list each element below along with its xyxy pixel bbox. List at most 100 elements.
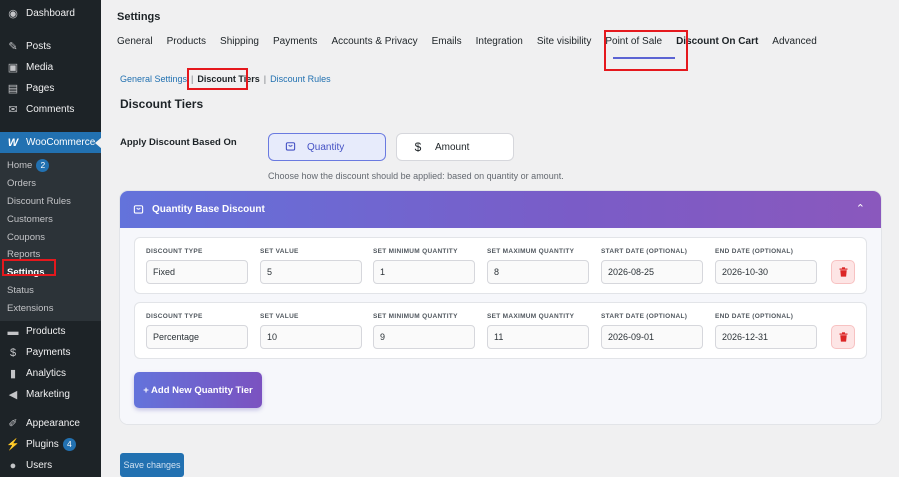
sidebar-item-dashboard[interactable]: ◉ Dashboard	[0, 3, 101, 24]
sidebar-item-products[interactable]: ▬ Products	[0, 321, 101, 342]
save-changes-button[interactable]: Save changes	[120, 453, 184, 477]
max-quantity-field: SET MAXIMUM QUANTITY 11	[487, 313, 589, 349]
trash-icon	[839, 332, 847, 342]
sidebar-item-label: Posts	[26, 41, 52, 52]
sidebar-item-appearance[interactable]: ✐ Appearance	[0, 413, 101, 434]
field-label: SET VALUE	[260, 248, 299, 255]
sidebar-item-label: Appearance	[26, 418, 80, 430]
main-content: Settings General Products Shipping Payme…	[101, 0, 899, 477]
discount-type-select[interactable]: Percentage	[146, 325, 248, 349]
field-label: SET MINIMUM QUANTITY	[373, 313, 458, 320]
discount-type-select[interactable]: Fixed	[146, 260, 248, 284]
highlight-box-settings	[2, 259, 56, 276]
sidebar-item-label: Media	[26, 62, 54, 73]
end-date-input[interactable]: 2026-12-31	[715, 325, 817, 349]
sidebar-item-analytics[interactable]: ▮ Analytics	[0, 363, 101, 384]
tab-accounts-privacy[interactable]: Accounts & Privacy	[331, 36, 417, 57]
start-date-input[interactable]: 2026-09-01	[601, 325, 703, 349]
pin-icon: ✎	[8, 41, 18, 53]
tab-site-visibility[interactable]: Site visibility	[537, 36, 591, 57]
quantity-option-button[interactable]: Quantity	[268, 133, 386, 161]
max-quantity-field: SET MAXIMUM QUANTITY 8	[487, 248, 589, 284]
submenu-label: Home	[7, 160, 33, 172]
sidebar-item-users[interactable]: ● Users	[0, 455, 101, 476]
submenu-item-orders[interactable]: Orders	[0, 175, 101, 193]
sidebar-item-pages[interactable]: ▤ Pages	[0, 78, 101, 99]
quantity-option-label: Quantity	[307, 141, 345, 153]
set-value-input[interactable]: 10	[260, 325, 362, 349]
dashboard-icon: ◉	[8, 8, 18, 20]
min-quantity-field: SET MINIMUM QUANTITY 9	[373, 313, 475, 349]
end-date-field: END DATE (OPTIONAL) 2026-12-31	[715, 313, 817, 349]
submenu-item-status[interactable]: Status	[0, 282, 101, 300]
tab-general[interactable]: General	[117, 36, 153, 57]
tab-products[interactable]: Products	[167, 36, 206, 57]
submenu-item-coupons[interactable]: Coupons	[0, 228, 101, 246]
amount-option-button[interactable]: $ Amount	[396, 133, 514, 161]
sidebar-item-plugins[interactable]: ⚡ Plugins 4	[0, 434, 101, 455]
comments-icon: ✉	[8, 104, 18, 116]
delete-tier-button[interactable]	[831, 325, 855, 349]
discount-type-field: DISCOUNT TYPE Percentage	[146, 313, 248, 349]
media-icon: ▣	[7, 62, 19, 74]
sidebar-item-media[interactable]: ▣ Media	[0, 57, 101, 78]
field-label: END DATE (OPTIONAL)	[715, 248, 794, 255]
add-quantity-tier-button[interactable]: + Add New Quantity Tier	[134, 372, 262, 408]
submenu-item-home[interactable]: Home 2	[0, 157, 101, 175]
sidebar-item-marketing[interactable]: ◀ Marketing	[0, 384, 101, 405]
pages-icon: ▤	[7, 83, 19, 95]
sidebar-item-label: Dashboard	[26, 8, 75, 19]
field-label: SET MINIMUM QUANTITY	[373, 248, 458, 255]
section-title: Discount Tiers	[120, 97, 204, 111]
tier-row: DISCOUNT TYPE Percentage SET VALUE 10 SET …	[134, 302, 867, 359]
max-quantity-input[interactable]: 11	[487, 325, 589, 349]
tab-discount-on-cart[interactable]: Discount On Cart	[676, 36, 758, 57]
field-label: SET MAXIMUM QUANTITY	[487, 248, 575, 255]
tab-payments[interactable]: Payments	[273, 36, 317, 57]
delete-tier-button[interactable]	[831, 260, 855, 284]
submenu-item-customers[interactable]: Customers	[0, 210, 101, 228]
field-label: SET MAXIMUM QUANTITY	[487, 313, 575, 320]
subnav-general-settings[interactable]: General Settings	[120, 74, 187, 84]
bag-icon	[283, 140, 297, 154]
panel-title: Quantity Base Discount	[152, 204, 265, 215]
min-quantity-input[interactable]: 1	[373, 260, 475, 284]
dollar-icon: $	[414, 140, 422, 154]
tab-advanced[interactable]: Advanced	[772, 36, 816, 57]
field-label: START DATE (OPTIONAL)	[601, 248, 688, 255]
highlight-box-discount-tab	[604, 30, 688, 71]
discount-type-field: DISCOUNT TYPE Fixed	[146, 248, 248, 284]
sidebar-item-posts[interactable]: ✎ Posts	[0, 36, 101, 57]
amount-option-label: Amount	[435, 141, 470, 153]
field-label: END DATE (OPTIONAL)	[715, 313, 794, 320]
tab-integration[interactable]: Integration	[476, 36, 523, 57]
min-quantity-field: SET MINIMUM QUANTITY 1	[373, 248, 475, 284]
end-date-field: END DATE (OPTIONAL) 2026-10-30	[715, 248, 817, 284]
trash-icon	[839, 267, 847, 277]
sidebar-item-comments[interactable]: ✉ Comments	[0, 99, 101, 120]
panel-header[interactable]: Quantity Base Discount ⌃	[120, 191, 881, 228]
start-date-input[interactable]: 2026-08-25	[601, 260, 703, 284]
field-label: START DATE (OPTIONAL)	[601, 313, 688, 320]
chevron-up-icon[interactable]: ⌃	[856, 202, 865, 215]
users-icon: ●	[9, 459, 17, 472]
sidebar-item-label: WooCommerce	[26, 137, 96, 148]
subnav-discount-rules[interactable]: Discount Rules	[270, 74, 331, 84]
panel-body: DISCOUNT TYPE Fixed SET VALUE 5 SET MINIMU…	[120, 228, 881, 424]
tab-emails[interactable]: Emails	[432, 36, 462, 57]
highlight-box-discount-tiers	[187, 68, 248, 90]
field-label: DISCOUNT TYPE	[146, 313, 203, 320]
tab-shipping[interactable]: Shipping	[220, 36, 259, 57]
sidebar-item-woocommerce[interactable]: W WooCommerce	[0, 132, 101, 153]
end-date-input[interactable]: 2026-10-30	[715, 260, 817, 284]
sidebar-item-label: Pages	[26, 83, 55, 94]
submenu-item-discount-rules[interactable]: Discount Rules	[0, 193, 101, 211]
sidebar-item-payments[interactable]: $ Payments	[0, 342, 101, 363]
min-quantity-input[interactable]: 9	[373, 325, 475, 349]
start-date-field: START DATE (OPTIONAL) 2026-09-01	[601, 313, 703, 349]
set-value-input[interactable]: 5	[260, 260, 362, 284]
submenu-item-extensions[interactable]: Extensions	[0, 299, 101, 317]
set-value-field: SET VALUE 10	[260, 313, 362, 349]
tier-row: DISCOUNT TYPE Fixed SET VALUE 5 SET MINIMU…	[134, 237, 867, 294]
max-quantity-input[interactable]: 8	[487, 260, 589, 284]
